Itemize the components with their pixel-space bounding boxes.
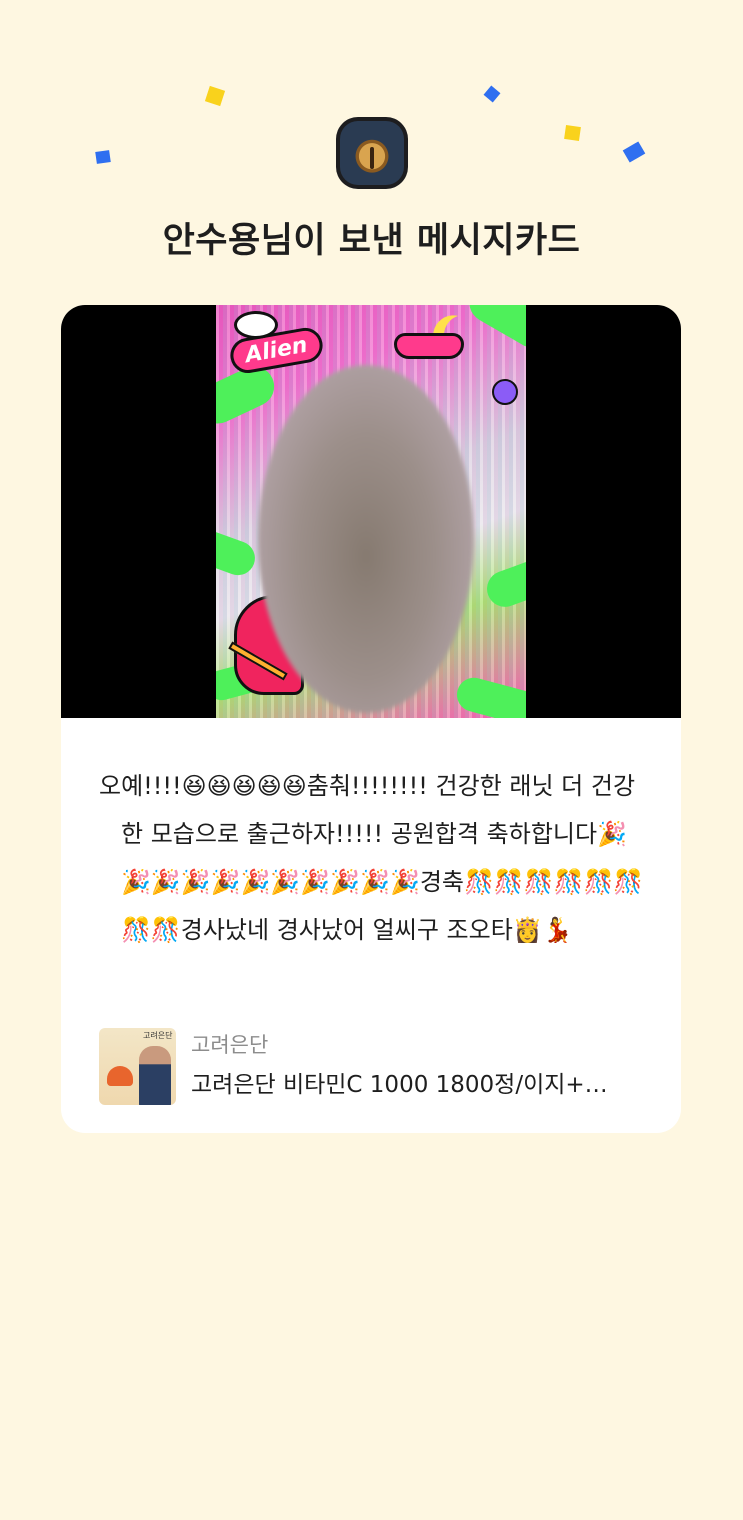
product-thumbnail[interactable]: 고려은단	[99, 1027, 176, 1105]
thumbnail-brand: 고려은단	[143, 1030, 173, 1040]
message-body: 오예!!!!😆😆😆😆😆춤춰!!!!!!!! 건강한 래닛 더 건강한 모습으로 …	[61, 718, 681, 954]
blurred-face	[258, 365, 474, 713]
gift-product[interactable]: 고려은단 고려은단 고려은단 비타민C 1000 1800정/이지+…	[99, 1027, 659, 1105]
confetti-yellow	[564, 125, 581, 141]
confetti-blue	[483, 85, 501, 103]
eye-sticker	[234, 311, 278, 339]
page-title: 안수용님이 보낸 메시지카드	[162, 221, 581, 261]
confetti-blue	[95, 150, 111, 164]
alien-sticker: Alien	[227, 325, 326, 376]
product-brand: 고려은단	[191, 1033, 269, 1057]
confetti-yellow	[204, 85, 226, 107]
confetti-blue	[622, 141, 646, 163]
product-info[interactable]: 고려은단 고려은단 비타민C 1000 1800정/이지+…	[191, 1030, 651, 1102]
video-frame[interactable]: Alien	[216, 305, 526, 718]
avatar-image	[340, 121, 404, 185]
green-stripe	[453, 673, 526, 718]
green-stripe	[216, 524, 260, 580]
model-image	[139, 1045, 171, 1105]
sender-avatar[interactable]	[336, 117, 408, 189]
video-player[interactable]: Alien	[61, 305, 681, 718]
lips-sticker	[394, 333, 464, 359]
planet-sticker	[492, 379, 518, 405]
orange-slice-image	[107, 1065, 133, 1086]
message-card: Alien 오예!!!!😆😆😆😆😆춤춰!!!!!!!! 건강한 래닛 더 건강한…	[61, 305, 681, 1133]
product-name[interactable]: 고려은단 비타민C 1000 1800정/이지+…	[191, 1068, 651, 1102]
message-text: 오예!!!!😆😆😆😆😆춤춰!!!!!!!! 건강한 래닛 더 건강한 모습으로 …	[99, 772, 644, 944]
green-stripe	[481, 554, 526, 612]
